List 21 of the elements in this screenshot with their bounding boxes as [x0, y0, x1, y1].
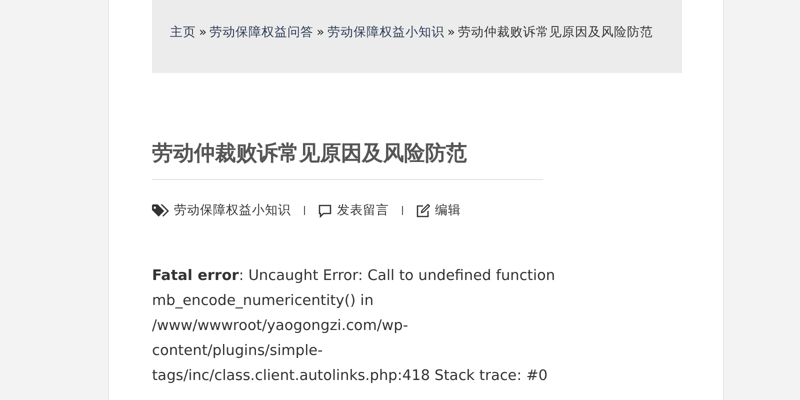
breadcrumb-separator: » [316, 24, 324, 39]
meta-link[interactable]: 发表留言 [337, 202, 389, 219]
meta-divider [304, 206, 305, 215]
error-text: mb_encode_numericentity() in [152, 292, 374, 311]
meta-link[interactable]: 劳动保障权益小知识 [174, 202, 291, 219]
breadcrumb-link[interactable]: 劳动保障权益问答 [210, 24, 314, 39]
meta-divider [402, 206, 403, 215]
meta-link[interactable]: 编辑 [435, 202, 461, 219]
error-text: tags/inc/class.client.autolinks.php:418 Stack trace: #0 [152, 367, 548, 386]
breadcrumb-link[interactable]: 主页 [170, 24, 196, 39]
breadcrumb-separator: » [199, 24, 207, 39]
error-text: Fatal error: Uncaught Error: Call to undefined function [152, 267, 556, 286]
comment-icon [318, 204, 332, 218]
error-text: /www/wwwroot/yaogongzi.com/wp- [152, 317, 408, 336]
breadcrumb-current: 劳动仲裁败诉常见原因及风险防范 [458, 24, 653, 39]
breadcrumb-link[interactable]: 劳动保障权益小知识 [327, 24, 444, 39]
tags-icon [152, 204, 169, 218]
edit-icon [416, 204, 430, 218]
breadcrumb-separator: » [447, 24, 455, 39]
error-text: content/plugins/simple- [152, 342, 323, 361]
post-title: 劳动仲裁败诉常见原因及风险防范 [152, 139, 543, 180]
